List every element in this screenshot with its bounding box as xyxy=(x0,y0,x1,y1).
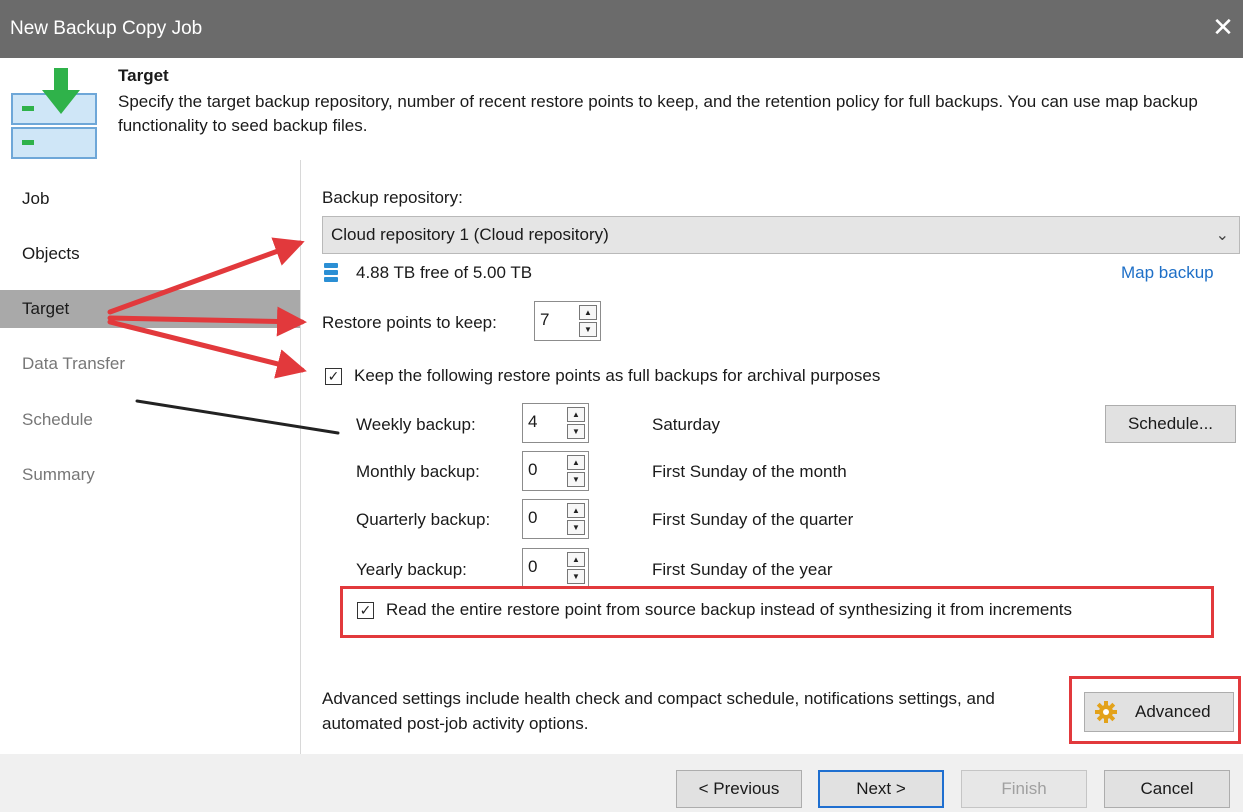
wizard-header: Target Specify the target backup reposit… xyxy=(0,58,1243,160)
annotation-highlight-box xyxy=(340,586,1214,638)
spin-down-icon[interactable]: ▼ xyxy=(567,520,585,535)
monthly-backup-label: Monthly backup: xyxy=(356,462,480,481)
yearly-backup-value: 0 xyxy=(528,557,538,576)
restore-points-stepper[interactable]: 7 ▲ ▼ xyxy=(534,301,601,341)
weekly-schedule-text: Saturday xyxy=(652,415,721,434)
quarterly-backup-value: 0 xyxy=(528,508,538,527)
step-data-transfer: Data Transfer xyxy=(22,354,125,373)
window-title: New Backup Copy Job xyxy=(10,18,203,39)
yearly-backup-stepper[interactable]: 0 ▲ ▼ xyxy=(522,548,589,588)
repository-select[interactable]: Cloud repository 1 (Cloud repository) ⌄ xyxy=(322,216,1240,254)
monthly-backup-stepper[interactable]: 0 ▲ ▼ xyxy=(522,451,589,491)
weekly-backup-label: Weekly backup: xyxy=(356,415,476,434)
next-button[interactable]: Next > xyxy=(818,770,944,808)
archival-checkbox-label: Keep the following restore points as ful… xyxy=(354,366,881,385)
wizard-footer: < Previous Next > Finish Cancel xyxy=(0,754,1243,812)
quarterly-schedule-text: First Sunday of the quarter xyxy=(652,510,854,529)
spin-down-icon[interactable]: ▼ xyxy=(567,472,585,487)
yearly-backup-label: Yearly backup: xyxy=(356,560,467,579)
spin-down-icon[interactable]: ▼ xyxy=(567,424,585,439)
step-target[interactable]: Target xyxy=(0,290,300,328)
advanced-description: Advanced settings include health check a… xyxy=(322,689,995,733)
close-icon[interactable]: ✕ xyxy=(1209,12,1237,42)
monthly-schedule-text: First Sunday of the month xyxy=(652,462,847,481)
chevron-down-icon[interactable]: ⌄ xyxy=(1216,225,1229,245)
free-space-text: 4.88 TB free of 5.00 TB xyxy=(356,263,533,282)
step-title: Target xyxy=(118,66,169,85)
archival-checkbox[interactable]: ✓ xyxy=(325,368,342,385)
step-description: Specify the target backup repository, nu… xyxy=(118,92,1198,135)
weekly-backup-stepper[interactable]: 4 ▲ ▼ xyxy=(522,403,589,443)
step-summary: Summary xyxy=(22,465,95,484)
yearly-schedule-text: First Sunday of the year xyxy=(652,560,833,579)
cancel-button[interactable]: Cancel xyxy=(1104,770,1230,808)
backup-copy-target-icon xyxy=(11,68,97,159)
map-backup-link[interactable]: Map backup xyxy=(1121,263,1214,283)
finish-button: Finish xyxy=(961,770,1087,808)
repository-selected-value: Cloud repository 1 (Cloud repository) xyxy=(331,225,609,244)
schedule-button[interactable]: Schedule... xyxy=(1105,405,1236,443)
step-job[interactable]: Job xyxy=(0,180,300,218)
title-bar: New Backup Copy Job ✕ xyxy=(0,0,1243,58)
quarterly-backup-stepper[interactable]: 0 ▲ ▼ xyxy=(522,499,589,539)
spin-up-icon[interactable]: ▲ xyxy=(567,407,585,422)
step-schedule: Schedule xyxy=(22,410,93,429)
spin-down-icon[interactable]: ▼ xyxy=(567,569,585,584)
previous-button[interactable]: < Previous xyxy=(676,770,802,808)
monthly-backup-value: 0 xyxy=(528,460,538,479)
spin-up-icon[interactable]: ▲ xyxy=(567,455,585,470)
quarterly-backup-label: Quarterly backup: xyxy=(356,510,491,529)
spin-down-icon[interactable]: ▼ xyxy=(579,322,597,337)
spin-up-icon[interactable]: ▲ xyxy=(567,503,585,518)
spin-up-icon[interactable]: ▲ xyxy=(579,305,597,320)
database-icon xyxy=(324,263,338,282)
repository-label: Backup repository: xyxy=(322,188,463,207)
restore-points-value: 7 xyxy=(540,310,550,329)
spin-up-icon[interactable]: ▲ xyxy=(567,552,585,567)
step-objects[interactable]: Objects xyxy=(0,235,300,273)
weekly-backup-value: 4 xyxy=(528,412,538,431)
restore-points-label: Restore points to keep: xyxy=(322,313,497,332)
wizard-steps: Job Objects Target Data Transfer Schedul… xyxy=(0,160,300,754)
annotation-highlight-box xyxy=(1069,676,1241,744)
